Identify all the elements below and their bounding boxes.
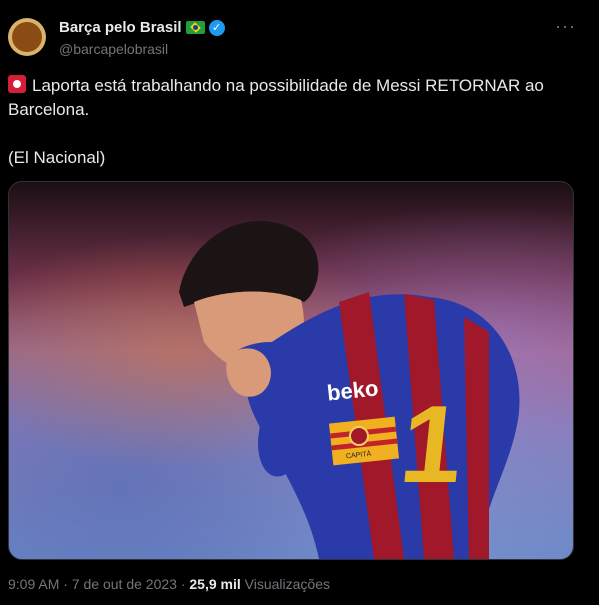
tweet-text: Laporta está trabalhando na possibilidad… <box>8 74 578 170</box>
verified-badge-icon[interactable]: ✓ <box>208 19 225 36</box>
more-options-button[interactable]: ··· <box>555 17 576 35</box>
player-photo: 1 <box>179 220 520 559</box>
meta-separator: · <box>180 576 186 592</box>
tweet-line-2: (El Nacional) <box>8 148 106 167</box>
sponsor-label: beko <box>325 375 380 406</box>
tweet-photo[interactable]: 1 beko CAPITÀ <box>8 181 574 560</box>
svg-text:1: 1 <box>395 383 469 506</box>
tweet-time[interactable]: 9:09 AM <box>8 576 59 592</box>
avatar[interactable] <box>8 18 46 56</box>
brazil-flag-icon <box>185 21 205 34</box>
tweet-date[interactable]: 7 de out de 2023 <box>72 576 177 592</box>
siren-icon <box>8 75 26 93</box>
tweet-card[interactable]: Barça pelo Brasil ✓ @barcapelobrasil ···… <box>0 0 599 605</box>
ball-icon <box>12 22 42 52</box>
author-row: Barça pelo Brasil ✓ <box>59 19 225 36</box>
display-name[interactable]: Barça pelo Brasil <box>59 19 182 36</box>
tweet-meta: 9:09 AM · 7 de out de 2023 · 25,9 mil Vi… <box>8 576 330 592</box>
views-count[interactable]: 25,9 mil <box>189 576 240 592</box>
meta-separator: · <box>63 576 68 592</box>
views-label: Visualizações <box>244 576 331 592</box>
tweet-line-1: Laporta está trabalhando na possibilidad… <box>8 76 544 119</box>
handle[interactable]: @barcapelobrasil <box>59 41 168 57</box>
